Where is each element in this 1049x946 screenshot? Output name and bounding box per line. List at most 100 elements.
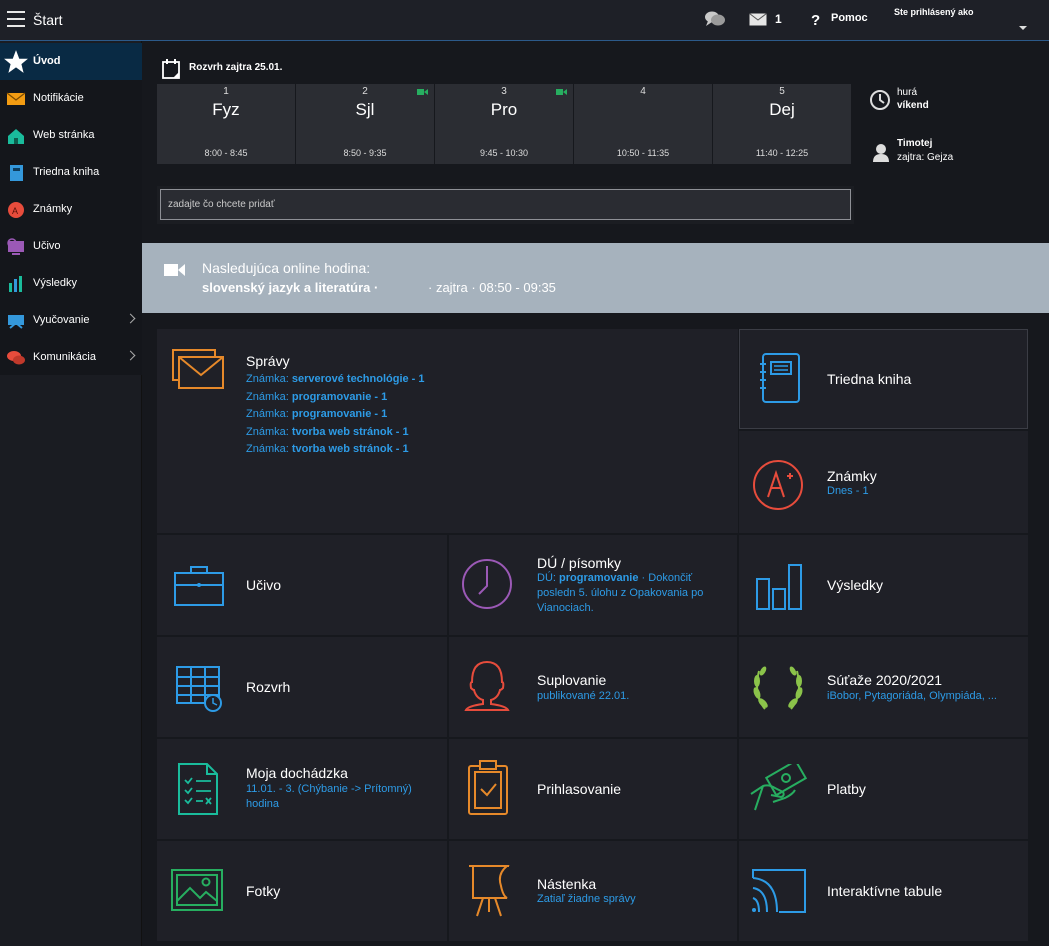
hamburger-menu-icon[interactable] xyxy=(7,11,25,27)
message-prefix: Známka: xyxy=(246,373,289,385)
grade-icon: A xyxy=(8,202,24,218)
envelope-icon xyxy=(6,92,26,105)
sidebar-item-notifikacie[interactable]: Notifikácie xyxy=(0,80,142,117)
tile-suplovanie[interactable]: Suplovanie publikované 22.01. xyxy=(449,637,737,737)
tile-title: Rozvrh xyxy=(246,679,291,695)
tile-sutaze[interactable]: Súťaže 2020/2021 iBobor, Pytagoriáda, Ol… xyxy=(739,637,1028,737)
message-subject: programovanie - 1 xyxy=(291,390,388,403)
sidebar-item-triedna-kniha[interactable]: Triedna kniha xyxy=(0,154,142,191)
person-icon xyxy=(873,144,889,162)
message-item[interactable]: Známka: programovanie - 1 xyxy=(246,389,425,407)
message-item[interactable]: Známka: tvorba web stránok - 1 xyxy=(246,424,425,442)
lesson-cell[interactable]: 1 Fyz 8:00 - 8:45 xyxy=(157,84,295,164)
page-title: Štart xyxy=(33,12,63,28)
sidebar-item-label: Vyučovanie xyxy=(33,314,90,326)
logged-in-label: Ste prihlásený ako xyxy=(894,7,974,17)
top-bar: Štart 1 ? Pomoc Ste prihlásený ako xyxy=(0,0,1049,41)
messages-icon xyxy=(172,349,224,389)
sidebar-menu: Úvod Notifikácie Web stránka Triedna kni… xyxy=(0,43,142,375)
tile-title: Moja dochádzka xyxy=(246,765,348,781)
chevron-right-icon xyxy=(125,350,136,361)
message-item[interactable]: Známka: serverové technológie - 1 xyxy=(246,371,425,389)
message-item[interactable]: Známka: tvorba web stránok - 1 xyxy=(246,441,425,459)
tile-title: Výsledky xyxy=(827,577,884,593)
add-item-input[interactable] xyxy=(160,189,851,220)
messages-count[interactable]: 1 xyxy=(775,12,782,26)
payment-hand-icon xyxy=(750,764,807,811)
classroom-icon xyxy=(8,315,24,329)
help-link[interactable]: Pomoc xyxy=(831,12,868,24)
lesson-time: 8:00 - 8:45 xyxy=(204,148,248,158)
lesson-subject: Sjl xyxy=(355,100,375,119)
lesson-cell[interactable]: 3 Pro 9:45 - 10:30 xyxy=(435,84,573,164)
calendar-icon xyxy=(162,59,180,79)
tile-subtitle: publikované 22.01. xyxy=(537,690,630,702)
lesson-cell[interactable]: 2 Sjl 8:50 - 9:35 xyxy=(296,84,434,164)
tile-triedna-kniha[interactable]: Triedna kniha xyxy=(739,329,1028,429)
video-camera-icon xyxy=(417,89,428,95)
sidebar-item-web-stranka[interactable]: Web stránka xyxy=(0,117,142,154)
envelope-icon[interactable] xyxy=(749,13,767,26)
chat-bubbles-icon[interactable] xyxy=(704,10,726,28)
sidebar-item-label: Komunikácia xyxy=(33,351,96,363)
grade-icon xyxy=(753,460,803,510)
tile-du-pisomky[interactable]: DÚ / písomky DÚ: programovanie · Dokonči… xyxy=(449,535,737,635)
tile-interaktivne-tabule[interactable]: Interaktívne tabule xyxy=(739,841,1028,941)
lesson-time: 11:40 - 12:25 xyxy=(755,148,809,158)
timetable-icon xyxy=(176,666,222,712)
lesson-number: 4 xyxy=(640,86,646,97)
home-icon xyxy=(8,129,24,144)
sidebar-item-vysledky[interactable]: Výsledky xyxy=(0,265,142,302)
user-dropdown-icon[interactable] xyxy=(1019,26,1027,30)
tile-dochadzka[interactable]: Moja dochádzka 11.01. - 3. (Chýbanie -> … xyxy=(157,739,447,839)
tile-platby[interactable]: Platby xyxy=(739,739,1028,839)
sidebar-item-label: Známky xyxy=(33,203,73,215)
clipboard-check-icon xyxy=(468,760,508,815)
tile-subtitle: DÚ: programovanie · Dokončiť posledn 5. … xyxy=(537,571,727,616)
lesson-cell[interactable]: 4 10:50 - 11:35 xyxy=(574,84,712,164)
schedule-tomorrow: 1 Fyz 8:00 - 8:45 2 Sjl 8:50 - 9:35 3 Pr… xyxy=(157,84,851,164)
substitute-teacher-icon xyxy=(464,660,510,711)
sidebar-item-label: Web stránka xyxy=(33,129,95,141)
tile-subtitle: iBobor, Pytagoriáda, Olympiáda, ... xyxy=(827,690,997,702)
sidebar-item-uvod[interactable]: Úvod xyxy=(0,43,142,80)
lesson-number: 2 xyxy=(362,86,368,97)
lesson-number: 1 xyxy=(223,86,229,97)
schedule-title: Rozvrh zajtra 25.01. xyxy=(189,62,283,73)
duty-info: Timotej zajtra: Gejza xyxy=(897,138,953,163)
help-icon[interactable]: ? xyxy=(809,12,823,28)
tile-title: Nástenka xyxy=(537,876,597,892)
next-online-lesson-banner[interactable]: Nasledujúca online hodina: slovenský jaz… xyxy=(142,243,1049,313)
tile-title: Suplovanie xyxy=(537,672,607,688)
lesson-subject: Fyz xyxy=(212,100,240,119)
message-prefix: Známka: xyxy=(246,408,289,420)
lesson-cell[interactable]: 5 Dej 11:40 - 12:25 xyxy=(713,84,851,164)
tile-znamky[interactable]: Známky Dnes - 1 xyxy=(739,431,1028,533)
lesson-number: 5 xyxy=(779,86,785,97)
tile-prihlasovanie[interactable]: Prihlasovanie xyxy=(449,739,737,839)
tile-ucivo[interactable]: Učivo xyxy=(157,535,447,635)
sidebar-item-label: Notifikácie xyxy=(33,92,84,104)
tile-subtitle: Zatiaľ žiadne správy xyxy=(537,893,636,905)
sidebar-item-vyucovanie[interactable]: Vyučovanie xyxy=(0,302,142,339)
book-icon xyxy=(10,165,23,181)
tile-vysledky[interactable]: Výsledky xyxy=(739,535,1028,635)
tile-spravy[interactable]: Správy Známka: serverové technológie - 1… xyxy=(157,329,738,533)
message-prefix: Známka: xyxy=(246,425,289,438)
online-time: · zajtra · 08:50 - 09:35 xyxy=(428,280,556,295)
tile-title: Interaktívne tabule xyxy=(827,883,943,899)
sidebar-item-ucivo[interactable]: Učivo xyxy=(0,228,142,265)
tile-rozvrh[interactable]: Rozvrh xyxy=(157,637,447,737)
sidebar-item-znamky[interactable]: A Známky xyxy=(0,191,142,228)
message-item[interactable]: Známka: programovanie - 1 xyxy=(246,406,425,424)
lesson-subject: Dej xyxy=(769,100,795,119)
tile-fotky[interactable]: Fotky xyxy=(157,841,447,941)
book-icon xyxy=(760,353,800,403)
tile-nastenka[interactable]: Nástenka Zatiaľ žiadne správy xyxy=(449,841,737,941)
messages-list: Známka: serverové technológie - 1 Známka… xyxy=(246,371,425,459)
sidebar-item-komunikacia[interactable]: Komunikácia xyxy=(0,339,142,376)
message-subject: tvorba web stránok - 1 xyxy=(291,443,409,455)
video-camera-icon xyxy=(164,264,185,276)
lesson-number: 3 xyxy=(501,86,507,97)
svg-text:A: A xyxy=(12,206,18,216)
